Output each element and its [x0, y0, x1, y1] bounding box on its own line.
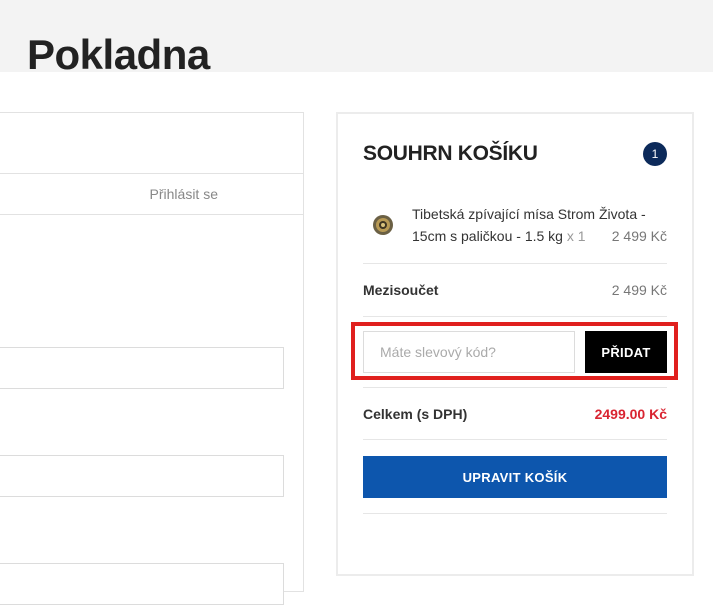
- product-price: 2 499 Kč: [611, 228, 667, 244]
- total-label: Celkem (s DPH): [363, 406, 468, 422]
- product-thumbnail[interactable]: [372, 214, 394, 236]
- apply-coupon-button[interactable]: PŘIDAT: [585, 331, 667, 373]
- divider: [363, 316, 667, 317]
- checkout-field[interactable]: [0, 347, 284, 389]
- divider: [363, 513, 667, 514]
- cart-count-badge: 1: [643, 142, 667, 166]
- auth-tabs: Přihlásit se: [0, 173, 304, 215]
- cart-summary-title: SOUHRN KOŠÍKU: [363, 142, 538, 165]
- divider: [363, 387, 667, 388]
- page-title: Pokladna: [27, 31, 210, 79]
- divider: [363, 263, 667, 264]
- divider: [363, 439, 667, 440]
- subtotal-label: Mezisoučet: [363, 282, 439, 298]
- edit-cart-button[interactable]: UPRAVIT KOŠÍK: [363, 456, 667, 498]
- tab-login[interactable]: Přihlásit se: [0, 174, 218, 214]
- checkout-field[interactable]: [0, 563, 284, 605]
- checkout-field[interactable]: [0, 455, 284, 497]
- product-title[interactable]: Tibetská zpívající mísa Strom Života - 1…: [412, 206, 646, 244]
- page-header: Pokladna: [0, 0, 713, 78]
- product-quantity: x 1: [566, 228, 586, 244]
- total-value: 2499.00 Kč: [594, 406, 667, 422]
- subtotal-value: 2 499 Kč: [611, 282, 667, 298]
- coupon-code-input[interactable]: [363, 331, 575, 373]
